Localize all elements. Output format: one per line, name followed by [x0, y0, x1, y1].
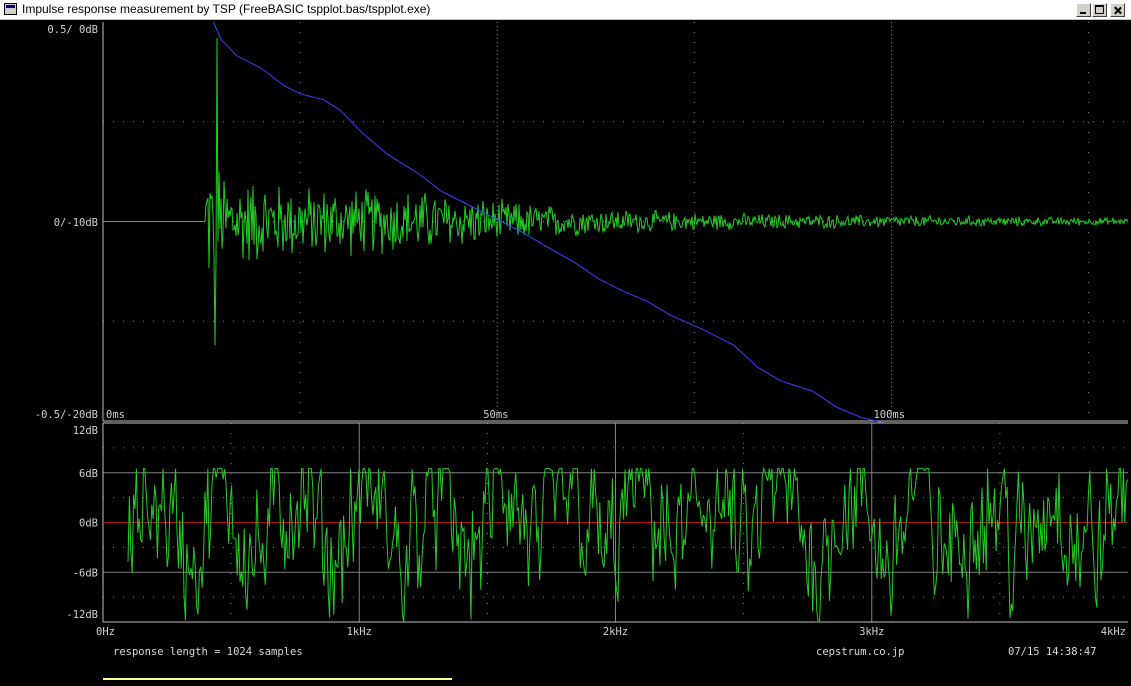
frequency-x-tick-label: 1kHz	[347, 626, 372, 638]
frequency-y-tick-label: 12dB	[73, 425, 98, 437]
frequency-y-tick-label: 0dB	[79, 518, 98, 530]
impulse-y-tick-label: -0.5/-20dB	[35, 409, 98, 421]
impulse-y-tick-label: 0.5/ 0dB	[47, 24, 98, 36]
frequency-y-tick-label: -6dB	[73, 567, 98, 579]
frequency-x-tick-label: 2kHz	[603, 626, 628, 638]
app-window: Impulse response measurement by TSP (Fre…	[0, 0, 1131, 686]
impulse-response-chart: 0.5/ 0dB 0/-10dB -0.5/-20dB 0ms 50ms 100…	[35, 21, 1129, 424]
frequency-y-tick-label: 6dB	[79, 468, 98, 480]
frequency-x-tick-label: 3kHz	[859, 626, 884, 638]
plot-canvas: 0.5/ 0dB 0/-10dB -0.5/-20dB 0ms 50ms 100…	[35, 21, 1129, 680]
frequency-response-chart: 12dB 6dB 0dB -6dB -12dB 0Hz 1kHz 2kHz 3k…	[66, 422, 1129, 638]
timestamp-text: 07/15 14:38:47	[1008, 646, 1097, 658]
progress-bar	[103, 678, 452, 680]
frequency-x-tick-label: 0Hz	[96, 626, 115, 638]
frequency-y-tick-label: -12dB	[66, 609, 98, 621]
response-length-text: response length = 1024 samples	[113, 646, 303, 658]
impulse-trace-series	[103, 37, 1129, 346]
impulse-x-tick-label: 100ms	[873, 409, 905, 421]
impulse-x-tick-label: 50ms	[483, 409, 508, 421]
frequency-x-tick-label: 4kHz	[1101, 626, 1126, 638]
frequency-trace-series	[127, 466, 1129, 623]
site-text: cepstrum.co.jp	[816, 646, 905, 658]
impulse-y-tick-label: 0/-10dB	[54, 217, 98, 229]
impulse-x-tick-label: 0ms	[106, 409, 125, 421]
